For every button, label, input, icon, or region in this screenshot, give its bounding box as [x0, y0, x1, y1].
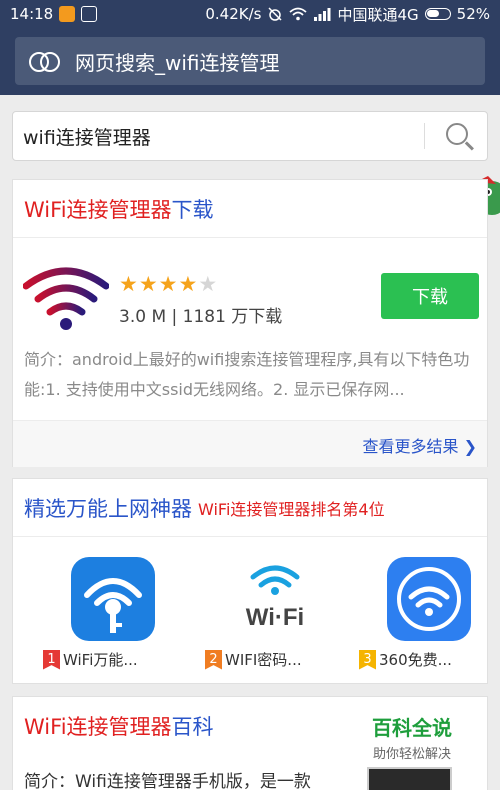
url-bar[interactable]: 网页搜索_wifi连接管理 [15, 37, 485, 85]
baike-title-red[interactable]: WiFi连接管理器 [24, 711, 172, 741]
battery-percent: 52% [456, 5, 490, 23]
svg-text:Wi·Fi: Wi·Fi [246, 604, 304, 631]
featured-title-blue[interactable]: 精选万能上网神器 [24, 493, 192, 523]
featured-card-title[interactable]: 精选万能上网神器 WiFi连接管理器排名第4位 [13, 479, 487, 537]
search-input[interactable]: wifi连接管理器 [23, 123, 424, 150]
star-icon: ★ [158, 272, 179, 296]
rank-badge: 2 [205, 649, 222, 670]
browser-logo-icon [29, 50, 61, 72]
alarm-off-icon [268, 7, 283, 21]
carrier-label: 中国联通4G [337, 5, 419, 24]
app-description: 简介：android上最好的wifi搜索连接管理程序,具有以下特色功能:1. 支… [24, 350, 470, 399]
search-box[interactable]: wifi连接管理器 [12, 111, 488, 161]
featured-app-3[interactable]: 3 360免费... [359, 557, 499, 670]
download-card-title[interactable]: WiFi连接管理器 下载 [13, 180, 487, 238]
featured-app-2[interactable]: Wi·Fi 2 WIFI密码... [205, 557, 345, 670]
download-card: WiFi连接管理器 下载 ★★★★★ 3.0 M | 1181 万下载 下载 简介… [12, 179, 488, 467]
status-bar: 14:18 0.42K/s 中国联通4G 52% [0, 0, 500, 28]
more-results-row: 查看更多结果 ❯ [13, 420, 487, 467]
star-icon: ★ [119, 272, 139, 296]
cell-signal-icon [314, 8, 331, 21]
baike-title-blue[interactable]: 百科 [172, 711, 214, 741]
download-card-title-blue[interactable]: 下载 [172, 194, 214, 224]
featured-app-label[interactable]: 2 WIFI密码... [205, 649, 345, 670]
watermark-title: 百科全说 [372, 716, 452, 740]
featured-card: 精选万能上网神器 WiFi连接管理器排名第4位 1 WiFi万能... Wi·F… [12, 478, 488, 684]
app-row: ★★★★★ 3.0 M | 1181 万下载 下载 [13, 238, 487, 342]
wifi-signal-icon [289, 7, 308, 21]
wifi-app-icon[interactable] [23, 264, 109, 334]
app-name[interactable]: 360免费... [379, 649, 452, 670]
battery-icon [424, 8, 451, 20]
network-speed: 0.42K/s [205, 5, 262, 23]
watermark-subtitle: 助你轻松解决 [372, 747, 451, 762]
star-icon: ★ [138, 272, 159, 296]
notification-image-icon [81, 6, 98, 22]
featured-title-red[interactable]: WiFi连接管理器排名第4位 [198, 496, 385, 520]
baike-snippet: 简介：Wifi连接管理器手机版，是一款 [24, 772, 311, 790]
rating-stars: ★★★★★ [119, 272, 218, 296]
more-results-link[interactable]: 查看更多结果 ❯ [363, 433, 478, 457]
wifi-text-icon[interactable]: Wi·Fi [233, 557, 317, 641]
search-icon[interactable] [439, 116, 479, 156]
wifi-360-icon[interactable] [387, 557, 471, 641]
featured-app-label[interactable]: 3 360免费... [359, 649, 499, 670]
download-button[interactable]: 下载 [381, 273, 479, 319]
featured-app-label[interactable]: 1 WiFi万能... [43, 649, 183, 670]
featured-apps: 1 WiFi万能... Wi·Fi 2 WIFI密码... 3 360免费... [13, 537, 487, 685]
browser-header: 网页搜索_wifi连接管理 [0, 28, 500, 95]
baike-thumbnail[interactable] [367, 767, 452, 790]
app-size-downloads: 3.0 M | 1181 万下载 [119, 307, 283, 327]
app-name[interactable]: WiFi万能... [63, 649, 138, 670]
star-empty-icon: ★ [198, 272, 219, 296]
featured-app-1[interactable]: 1 WiFi万能... [43, 557, 183, 670]
notification-app-icon [59, 6, 76, 22]
status-time: 14:18 [10, 5, 54, 23]
star-icon: ★ [178, 272, 199, 296]
rank-badge: 1 [43, 649, 60, 670]
download-card-title-red[interactable]: WiFi连接管理器 [24, 194, 172, 224]
page-title: 网页搜索_wifi连接管理 [75, 50, 280, 75]
app-name[interactable]: WIFI密码... [225, 649, 302, 670]
baike-watermark: 百科全说 助你轻松解决 [352, 712, 472, 762]
wifi-key-icon[interactable] [71, 557, 155, 641]
rank-badge: 3 [359, 649, 376, 670]
search-divider [424, 123, 425, 149]
